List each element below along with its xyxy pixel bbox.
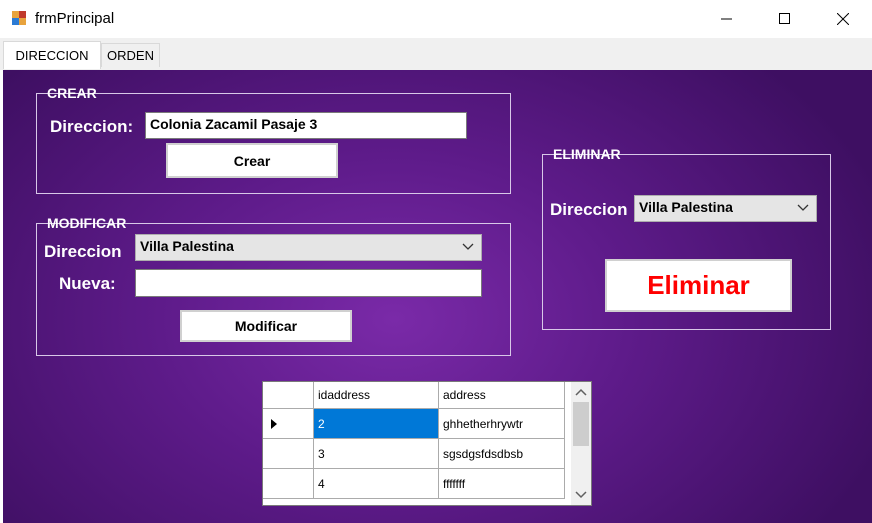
grid-vertical-scrollbar[interactable] bbox=[571, 382, 591, 505]
grid-header-address[interactable]: address bbox=[439, 382, 565, 409]
crear-direccion-input[interactable]: Colonia Zacamil Pasaje 3 bbox=[145, 112, 467, 139]
row-header[interactable] bbox=[263, 439, 314, 469]
close-button[interactable] bbox=[814, 0, 872, 38]
modificar-direccion-select[interactable]: Villa Palestina bbox=[135, 234, 482, 261]
modificar-button[interactable]: Modificar bbox=[180, 310, 352, 342]
row-header-selected[interactable] bbox=[263, 409, 314, 439]
maximize-button[interactable] bbox=[756, 0, 814, 38]
grid-cell-address[interactable]: sgsdgsfdsdbsb bbox=[439, 439, 565, 469]
app-icon bbox=[12, 11, 26, 25]
grid-cell-address[interactable]: ghhetherhrywtr bbox=[439, 409, 565, 439]
eliminar-direccion-select[interactable]: Villa Palestina bbox=[634, 195, 817, 222]
modificar-legend: MODIFICAR bbox=[47, 215, 127, 231]
grid-cell-idaddress[interactable]: 3 bbox=[314, 439, 439, 469]
grid-corner-header bbox=[263, 382, 314, 409]
modificar-direccion-label: Direccion bbox=[44, 242, 122, 261]
modificar-direccion-value: Villa Palestina bbox=[140, 238, 234, 254]
scroll-up-icon bbox=[575, 388, 587, 396]
title-bar: frmPrincipal bbox=[0, 0, 872, 38]
tab-strip: DIRECCION ORDEN bbox=[0, 38, 872, 70]
scroll-thumb[interactable] bbox=[573, 402, 589, 446]
minimize-button[interactable] bbox=[698, 0, 756, 38]
minimize-icon bbox=[721, 18, 732, 20]
row-header[interactable] bbox=[263, 469, 314, 499]
tab-direccion[interactable]: DIRECCION bbox=[3, 41, 101, 69]
eliminar-legend: ELIMINAR bbox=[553, 146, 621, 162]
grid-cell-idaddress[interactable]: 2 bbox=[314, 409, 439, 439]
grid-cell-idaddress[interactable]: 4 bbox=[314, 469, 439, 499]
eliminar-direccion-label: Direccion bbox=[550, 200, 628, 219]
tab-orden[interactable]: ORDEN bbox=[101, 43, 160, 67]
window-title: frmPrincipal bbox=[35, 10, 115, 27]
crear-direccion-label: Direccion: bbox=[50, 117, 134, 136]
close-icon bbox=[837, 13, 849, 25]
maximize-icon bbox=[779, 13, 790, 24]
modificar-nueva-input[interactable] bbox=[135, 269, 482, 297]
eliminar-direccion-value: Villa Palestina bbox=[639, 199, 733, 215]
eliminar-button[interactable]: Eliminar bbox=[605, 259, 792, 312]
chevron-down-icon bbox=[462, 243, 474, 250]
crear-legend: CREAR bbox=[47, 85, 97, 101]
crear-button[interactable]: Crear bbox=[166, 143, 338, 178]
chevron-down-icon bbox=[797, 204, 809, 211]
address-grid[interactable]: idaddress address 2 ghhetherhrywtr 3 sgs… bbox=[262, 381, 592, 506]
modificar-nueva-label: Nueva: bbox=[59, 274, 116, 293]
scroll-down-icon bbox=[575, 491, 587, 499]
grid-cell-address[interactable]: fffffff bbox=[439, 469, 565, 499]
grid-header-idaddress[interactable]: idaddress bbox=[314, 382, 439, 409]
current-row-arrow-icon bbox=[271, 418, 277, 429]
